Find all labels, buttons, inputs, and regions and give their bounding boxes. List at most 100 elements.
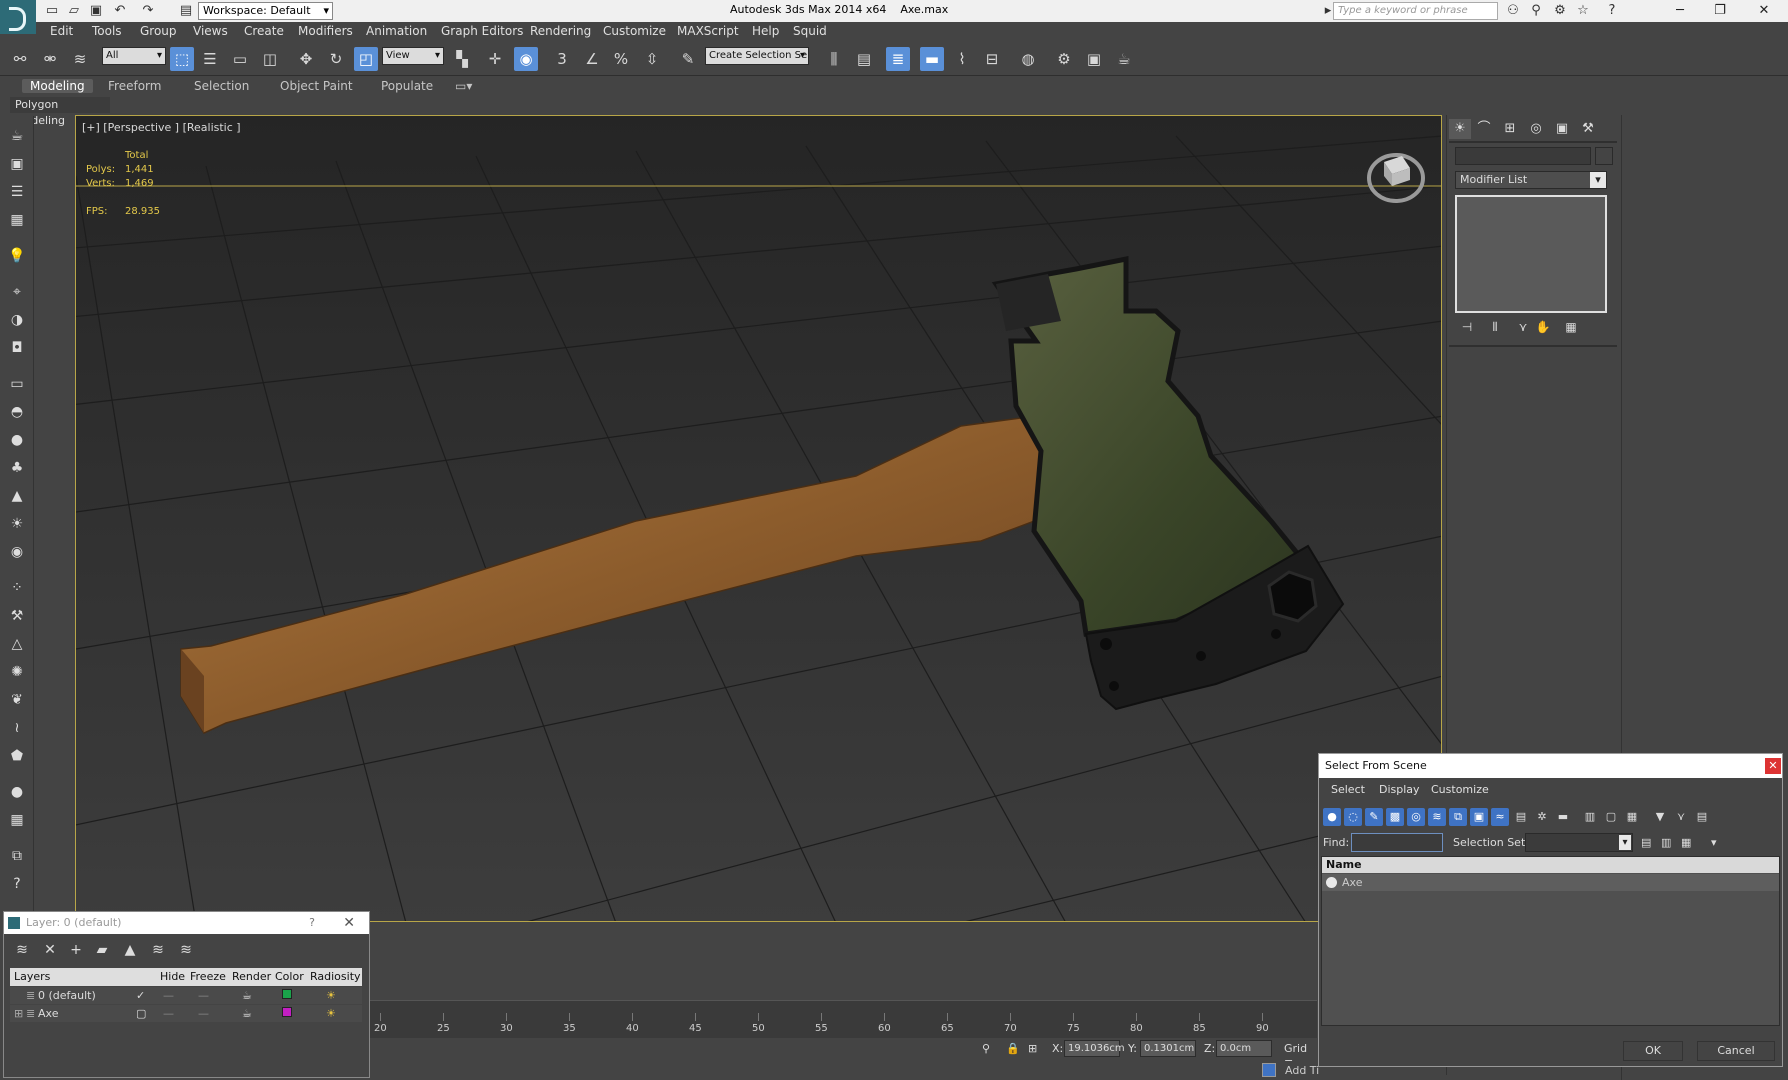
name-column-header[interactable]: Name: [1322, 857, 1779, 873]
pyramid-icon[interactable]: △: [7, 634, 27, 654]
help-icon[interactable]: ?: [1604, 3, 1620, 19]
modifier-list-dropdown[interactable]: Modifier List: [1455, 171, 1607, 189]
search-icon[interactable]: ⚲: [1528, 3, 1544, 19]
viewport-label-menu[interactable]: [+] [Perspective ] [Realistic ]: [82, 121, 241, 134]
plane-icon[interactable]: ▣: [7, 154, 27, 174]
menu-select[interactable]: Select: [1331, 783, 1365, 796]
create-layer-icon[interactable]: ≋: [12, 940, 32, 960]
show-end-result-icon[interactable]: ⦀: [1485, 318, 1505, 336]
filter-icon[interactable]: ▼: [1651, 808, 1669, 826]
create-tab-icon[interactable]: ☀: [1449, 119, 1471, 139]
menu-modifiers[interactable]: Modifiers: [298, 24, 353, 38]
mirror-icon[interactable]: ⫼: [822, 47, 846, 71]
exchange-icon[interactable]: ⚙: [1552, 3, 1568, 19]
key-icon[interactable]: ⚲: [982, 1042, 990, 1055]
add-time-tag-label[interactable]: Add Ti: [1285, 1064, 1319, 1077]
wrench-icon[interactable]: ⚒: [7, 606, 27, 626]
add-time-tag-icon[interactable]: [1262, 1063, 1276, 1077]
utilities-tab-icon[interactable]: ⚒: [1577, 119, 1599, 139]
radiosity-icon[interactable]: ☀: [326, 1007, 336, 1020]
polygon-modeling-panel[interactable]: Polygon Modeling: [10, 97, 110, 127]
scale-icon[interactable]: ◰: [354, 47, 378, 71]
binoculars-icon[interactable]: ⚇: [1505, 3, 1521, 19]
col-render[interactable]: Render: [232, 970, 271, 983]
list-item[interactable]: Axe: [1322, 874, 1779, 891]
undo-icon[interactable]: ↶: [112, 3, 128, 19]
unlink-icon[interactable]: ⚮: [38, 47, 62, 71]
menu-create[interactable]: Create: [244, 24, 284, 38]
keyword-search-input[interactable]: Type a keyword or phrase: [1333, 2, 1498, 20]
selection-set-dropdown[interactable]: [1525, 833, 1633, 852]
tab-object-paint[interactable]: Object Paint: [280, 79, 353, 93]
select-in-layer-icon[interactable]: ▰: [92, 940, 112, 960]
highlight-layer-icon[interactable]: ▲: [120, 940, 140, 960]
layer-color-swatch[interactable]: [282, 989, 292, 999]
modify-tab-icon[interactable]: ⌒: [1473, 119, 1495, 139]
tab-populate[interactable]: Populate: [381, 79, 433, 93]
col-color[interactable]: Color: [275, 970, 304, 983]
material-editor-icon[interactable]: ◍: [1016, 47, 1040, 71]
tab-freeform[interactable]: Freeform: [108, 79, 161, 93]
select-all-icon[interactable]: ▤: [1641, 836, 1651, 849]
angle-snap-icon[interactable]: ∠: [580, 47, 604, 71]
window-crossing-icon[interactable]: ◫: [258, 47, 282, 71]
reference-coordinate-dropdown[interactable]: View: [382, 47, 444, 65]
display-invert-icon[interactable]: ▦: [1623, 808, 1641, 826]
column-chooser-icon[interactable]: ▤: [1693, 808, 1711, 826]
move-icon[interactable]: ✥: [294, 47, 318, 71]
menu-customize[interactable]: Customize: [1431, 783, 1489, 796]
ok-button[interactable]: OK: [1623, 1041, 1683, 1061]
display-containers-icon[interactable]: ▤: [1512, 808, 1530, 826]
cancel-button[interactable]: Cancel: [1697, 1041, 1775, 1061]
display-tab-icon[interactable]: ▣: [1551, 119, 1573, 139]
make-unique-icon[interactable]: ⋎: [1513, 318, 1533, 336]
close-icon[interactable]: ✕: [1765, 758, 1781, 774]
rotate-icon[interactable]: ↻: [324, 47, 348, 71]
new-file-icon[interactable]: ▭: [44, 3, 60, 19]
table-row[interactable]: ≣ 0 (default) ✓ — — ☕ ☀: [10, 987, 362, 1004]
tab-modeling[interactable]: Modeling: [22, 79, 93, 93]
menu-tools[interactable]: Tools: [92, 24, 122, 38]
display-xrefs-icon[interactable]: ▣: [1470, 808, 1488, 826]
edit-named-selection-icon[interactable]: ✎: [676, 47, 700, 71]
close-button[interactable]: ✕: [1744, 0, 1784, 22]
current-layer-box-icon[interactable]: ▢: [136, 1007, 146, 1020]
display-hidden-icon[interactable]: ▬: [1554, 808, 1572, 826]
object-name-field[interactable]: [1455, 147, 1591, 165]
menu-rendering[interactable]: Rendering: [530, 24, 591, 38]
display-bones-icon[interactable]: ≈: [1491, 808, 1509, 826]
open-file-icon[interactable]: ▱: [66, 3, 82, 19]
display-none-icon[interactable]: ▢: [1602, 808, 1620, 826]
render-production-icon[interactable]: ☕: [1112, 47, 1136, 71]
object-color-swatch[interactable]: [1595, 147, 1613, 165]
bind-spacewarp-icon[interactable]: ≋: [68, 47, 92, 71]
freeze-all-layers-icon[interactable]: ≋: [176, 940, 196, 960]
display-lights-icon[interactable]: ✎: [1365, 808, 1383, 826]
display-cameras-icon[interactable]: ▩: [1386, 808, 1404, 826]
rendered-frame-window-icon[interactable]: ▣: [1082, 47, 1106, 71]
col-hide[interactable]: Hide: [160, 970, 185, 983]
schematic-view-icon[interactable]: ⊟: [980, 47, 1004, 71]
menu-display[interactable]: Display: [1379, 783, 1420, 796]
plant-icon[interactable]: ❦: [7, 690, 27, 710]
globe-icon[interactable]: ✺: [7, 662, 27, 682]
list-icon[interactable]: ☰: [7, 182, 27, 202]
dummy-icon[interactable]: ◑: [7, 310, 27, 330]
container-icon[interactable]: ⧉: [7, 846, 27, 866]
radiosity-icon[interactable]: ☀: [326, 989, 336, 1002]
menu-graph-editors[interactable]: Graph Editors: [441, 24, 523, 38]
selection-filter-dropdown[interactable]: All: [102, 47, 166, 65]
snaps-toggle-icon[interactable]: 3: [550, 47, 574, 71]
scene-object-list[interactable]: Name Axe: [1321, 856, 1780, 1026]
absolute-mode-icon[interactable]: ⊞: [1028, 1042, 1037, 1055]
perspective-viewport[interactable]: [+] [Perspective ] [Realistic ] Total Po…: [75, 115, 1442, 922]
expand-icon[interactable]: ⊞: [14, 1007, 23, 1020]
menu-maxscript[interactable]: MAXScript: [677, 24, 739, 38]
menu-views[interactable]: Views: [193, 24, 228, 38]
hemisphere-icon[interactable]: ◓: [7, 402, 27, 422]
grid-object-icon[interactable]: ▦: [7, 210, 27, 230]
current-layer-check-icon[interactable]: ✓: [136, 989, 145, 1002]
tree-icon[interactable]: ♣: [7, 458, 27, 478]
project-folder-icon[interactable]: ▤: [178, 3, 194, 19]
time-slider-track[interactable]: 20 25 30 35 40 45 50 55 60 65 70 75 80 85 90: [370, 1000, 1317, 1038]
